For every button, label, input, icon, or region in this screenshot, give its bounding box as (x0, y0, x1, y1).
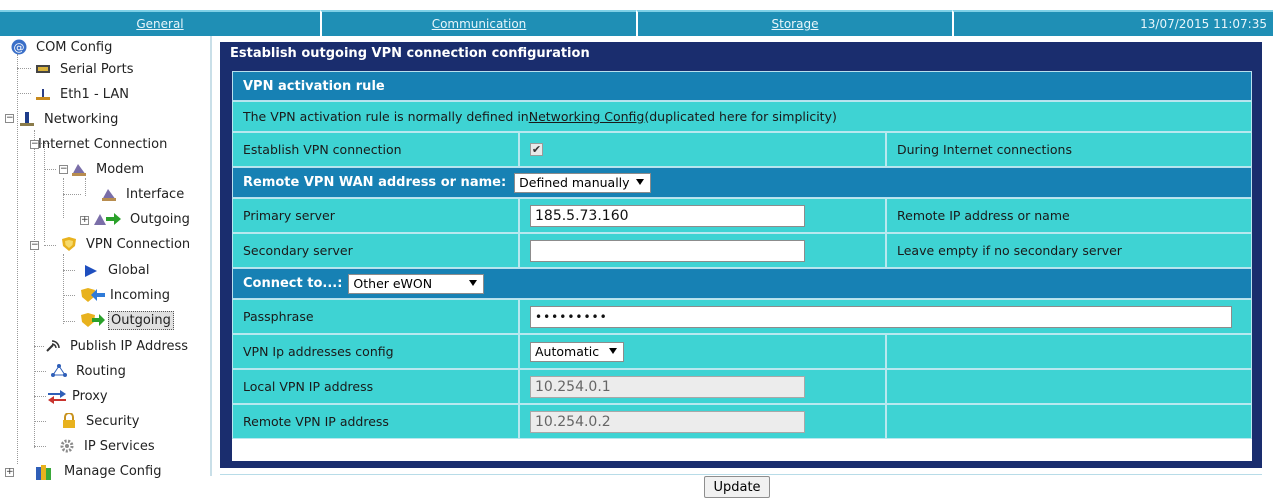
secondary-server-label: Secondary server (232, 233, 519, 268)
gear-icon (58, 438, 76, 454)
remote-wan-header: Remote VPN WAN address or name: Defined … (232, 167, 1252, 198)
sidebar-item-internet-connection[interactable]: Internet Connection (36, 133, 169, 155)
sidebar-item-modem-outgoing[interactable]: Outgoing (92, 208, 192, 230)
expand-manage-icon[interactable]: + (5, 468, 14, 477)
connect-to-header: Connect to...: Other eWON (232, 268, 1252, 299)
collapse-modem-icon[interactable]: − (59, 165, 68, 174)
config-table: VPN activation rule The VPN activation r… (232, 71, 1252, 461)
tab-general[interactable]: General (0, 10, 320, 36)
secondary-server-row: Secondary server Leave empty if no secon… (232, 233, 1252, 268)
sidebar-item-serial-ports[interactable]: Serial Ports (34, 58, 135, 80)
at-sign-icon: @ (10, 39, 28, 55)
sidebar-item-vpn-connection[interactable]: VPN Connection (60, 233, 192, 255)
books-icon (34, 463, 56, 480)
top-nav: General Communication Storage 13/07/2015… (0, 10, 1273, 36)
broadcast-icon (44, 338, 62, 354)
interface-icon (100, 186, 118, 202)
sidebar-tree: − − − + − + @ COM Config Serial Ports Et… (0, 36, 212, 499)
networking-config-link[interactable]: Networking Config (529, 109, 645, 124)
outgoing-shield-icon (80, 312, 106, 328)
sidebar-item-networking[interactable]: Networking (18, 108, 120, 130)
expand-outgoing-icon[interactable]: + (80, 216, 89, 225)
remote-wan-select[interactable]: Defined manually (514, 172, 652, 193)
passphrase-input[interactable]: ••••••••• (530, 305, 1232, 328)
local-vpn-ip-input[interactable]: 10.254.0.1 (530, 375, 805, 398)
remote-vpn-ip-row: Remote VPN IP address 10.254.0.2 (232, 404, 1252, 439)
remote-vpn-ip-label: Remote VPN IP address (232, 404, 519, 439)
tab-communication[interactable]: Communication (320, 10, 636, 36)
primary-server-input[interactable]: 185.5.73.160 (530, 204, 805, 227)
sidebar-item-interface[interactable]: Interface (100, 183, 186, 205)
sidebar-item-proxy[interactable]: Proxy (46, 385, 110, 407)
modem-icon (70, 161, 88, 177)
play-arrow-icon (82, 262, 100, 278)
collapse-vpn-icon[interactable]: − (30, 241, 39, 250)
sidebar-item-vpn-outgoing[interactable]: Outgoing (80, 309, 174, 331)
ip-config-select[interactable]: Automatic (530, 341, 624, 362)
establish-note: During Internet connections (886, 132, 1252, 167)
primary-server-row: Primary server 185.5.73.160 Remote IP ad… (232, 198, 1252, 233)
sidebar-item-ip-services[interactable]: IP Services (58, 435, 157, 457)
chevron-down-icon (469, 279, 478, 286)
incoming-shield-icon (80, 287, 106, 303)
sidebar-item-routing[interactable]: Routing (50, 360, 128, 382)
tab-storage[interactable]: Storage (636, 10, 952, 36)
panel-title: Establish outgoing VPN connection config… (230, 46, 590, 61)
local-vpn-ip-row: Local VPN IP address 10.254.0.1 (232, 369, 1252, 404)
primary-server-label: Primary server (232, 198, 519, 233)
panel-bottom-divider (220, 474, 1262, 475)
sidebar-item-manage-config[interactable]: Manage Config (34, 460, 163, 482)
ip-config-row: VPN Ip addresses config Automatic (232, 334, 1252, 369)
chevron-down-icon (636, 178, 645, 185)
primary-server-note: Remote IP address or name (886, 198, 1252, 233)
sidebar-item-publish-ip[interactable]: Publish IP Address (44, 335, 190, 357)
vpn-config-panel: Establish outgoing VPN connection config… (220, 42, 1262, 468)
tree-root[interactable]: @ COM Config (10, 36, 114, 58)
activation-description-row: The VPN activation rule is normally defi… (232, 101, 1252, 132)
establish-row: Establish VPN connection ✔ During Intern… (232, 132, 1252, 167)
local-vpn-ip-label: Local VPN IP address (232, 369, 519, 404)
routing-icon (50, 363, 68, 379)
establish-checkbox[interactable]: ✔ (530, 143, 543, 156)
collapse-networking-icon[interactable]: − (5, 114, 14, 123)
sidebar-divider (210, 36, 212, 476)
svg-text:@: @ (14, 41, 25, 54)
sidebar-item-eth1[interactable]: Eth1 - LAN (34, 83, 131, 105)
outgoing-arrow-icon (92, 211, 122, 227)
activation-header: VPN activation rule (232, 71, 1252, 101)
network-icon (18, 111, 36, 127)
sidebar-item-security[interactable]: Security (60, 410, 141, 432)
establish-label: Establish VPN connection (232, 132, 519, 167)
sidebar-item-modem[interactable]: Modem (70, 158, 146, 180)
secondary-server-note: Leave empty if no secondary server (886, 233, 1252, 268)
chevron-down-icon (609, 347, 617, 354)
passphrase-row: Passphrase ••••••••• (232, 299, 1252, 334)
passphrase-label: Passphrase (232, 299, 519, 334)
sidebar-item-incoming[interactable]: Incoming (80, 284, 172, 306)
secondary-server-input[interactable] (530, 239, 805, 262)
sidebar-item-global[interactable]: Global (82, 259, 151, 281)
lock-icon (60, 412, 78, 429)
update-button[interactable]: Update (704, 476, 770, 498)
remote-vpn-ip-input[interactable]: 10.254.0.2 (530, 410, 805, 433)
connect-to-select[interactable]: Other eWON (348, 273, 485, 294)
shield-icon (60, 236, 78, 252)
lan-icon (34, 86, 52, 102)
serial-port-icon (34, 61, 52, 77)
ip-config-label: VPN Ip addresses config (232, 334, 519, 369)
datetime-display: 13/07/2015 11:07:35 (952, 10, 1273, 36)
proxy-arrows-icon (46, 388, 68, 404)
